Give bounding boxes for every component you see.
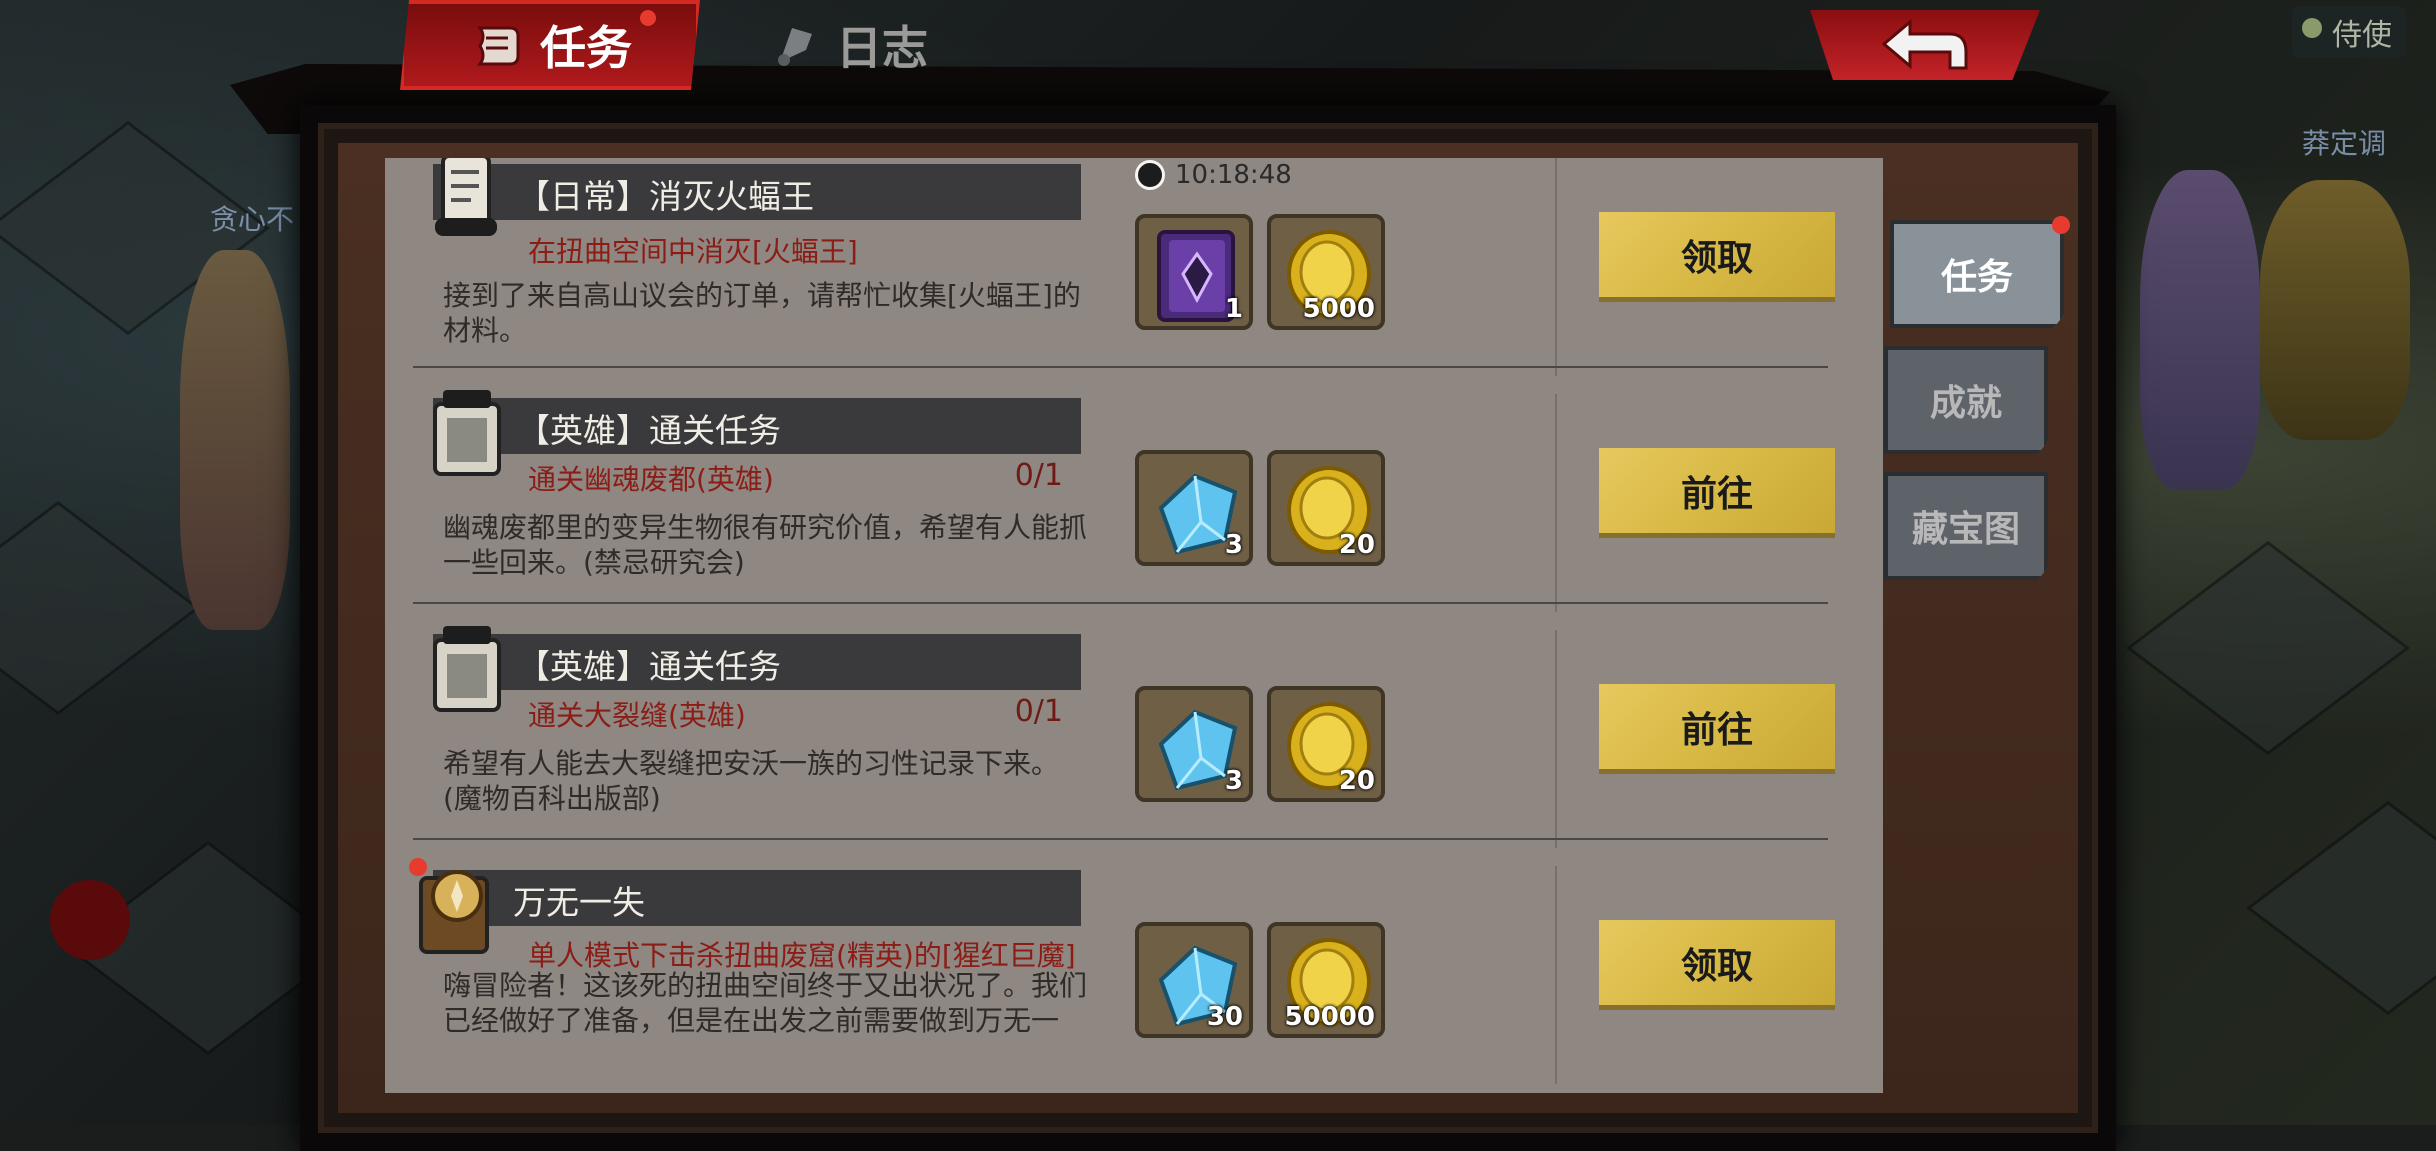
quest-objective: 通关幽魂废都(英雄) bbox=[528, 463, 774, 496]
reward-slot[interactable]: 20 bbox=[1267, 686, 1385, 802]
top-right-hint[interactable]: 侍使 bbox=[2292, 6, 2406, 58]
quest-objective: 在扭曲空间中消灭[火蝠王] bbox=[528, 235, 858, 268]
quest-row-4: 万无一失 单人模式下击杀扭曲废窟(精英)的[猩红巨魔] 嗨冒险者！这该死的扭曲空… bbox=[385, 858, 1883, 1093]
quest-description: 幽魂废都里的变异生物很有研究价值，希望有人能抓一些回来。(禁忌研究会) bbox=[443, 511, 1088, 579]
reward-slot[interactable]: 20 bbox=[1267, 450, 1385, 566]
quest-title: 万无一失 bbox=[513, 883, 645, 922]
row-divider bbox=[1555, 630, 1557, 848]
reward-slot[interactable]: 30 bbox=[1135, 922, 1253, 1038]
floor-tile bbox=[2126, 541, 2410, 755]
row-separator bbox=[413, 838, 1828, 840]
quest-description: 嗨冒险者！这该死的扭曲空间终于又出状况了。我们已经做好了准备，但是在出发之前需要… bbox=[443, 969, 1088, 1040]
quest-list[interactable]: 【日常】消灭火蝠王 10:18:48 在扭曲空间中消灭[火蝠王] 接到了来自高山… bbox=[385, 158, 1883, 1093]
red-skull-marker bbox=[50, 880, 130, 960]
reward-slot[interactable]: 1 bbox=[1135, 214, 1253, 330]
clock-icon bbox=[1135, 160, 1165, 190]
reward-slot[interactable]: 3 bbox=[1135, 450, 1253, 566]
back-arrow-icon bbox=[1881, 18, 1968, 70]
reward-count: 3 bbox=[1224, 530, 1243, 560]
reward-count: 20 bbox=[1338, 766, 1375, 796]
go-button[interactable]: 前往 bbox=[1599, 448, 1835, 538]
side-tab-achievements[interactable]: 成就 bbox=[1884, 346, 2048, 454]
quest-progress: 0/1 bbox=[1014, 458, 1063, 493]
background-label-right: 莽定调 bbox=[2301, 127, 2386, 160]
row-divider bbox=[1555, 866, 1557, 1084]
quest-title: 【日常】消灭火蝠王 bbox=[517, 177, 814, 216]
row-separator bbox=[413, 602, 1828, 604]
quest-title: 【英雄】通关任务 bbox=[517, 647, 781, 686]
quest-progress: 0/1 bbox=[1014, 694, 1063, 729]
row-divider bbox=[1555, 394, 1557, 612]
quest-timer-value: 10:18:48 bbox=[1175, 160, 1292, 190]
quest-description: 接到了来自高山议会的订单，请帮忙收集[火蝠王]的材料。 bbox=[443, 279, 1081, 347]
go-button[interactable]: 前往 bbox=[1599, 684, 1835, 774]
hero-character-right-2 bbox=[2260, 180, 2410, 440]
flag-icon bbox=[778, 28, 812, 66]
reward-slot[interactable]: 50000 bbox=[1267, 922, 1385, 1038]
side-tab-quests[interactable]: 任务 bbox=[1890, 220, 2064, 328]
reward-count: 5000 bbox=[1302, 294, 1375, 324]
reward-count: 50000 bbox=[1284, 1002, 1375, 1032]
reward-count: 30 bbox=[1206, 1002, 1243, 1032]
hero-character-right bbox=[2140, 170, 2260, 490]
tab-log-label: 日志 bbox=[836, 21, 928, 75]
row-separator bbox=[413, 366, 1828, 368]
back-button[interactable] bbox=[1810, 10, 2040, 80]
new-quest-dot bbox=[409, 858, 427, 876]
scroll-icon bbox=[477, 26, 520, 66]
reward-count: 20 bbox=[1338, 530, 1375, 560]
hint-icon bbox=[2302, 18, 2322, 38]
top-right-hint-label: 侍使 bbox=[2332, 18, 2392, 53]
background-label-left: 贪心不 bbox=[210, 203, 295, 236]
notice-board-icon bbox=[433, 390, 501, 476]
floor-tile bbox=[2246, 801, 2436, 1015]
reward-count: 3 bbox=[1224, 766, 1243, 796]
reward-slot[interactable]: 5000 bbox=[1267, 214, 1385, 330]
quest-objective: 通关大裂缝(英雄) bbox=[528, 699, 746, 732]
compass-book-icon bbox=[419, 870, 489, 954]
side-tab-notification-dot bbox=[2052, 216, 2070, 234]
side-tab-treasure-map[interactable]: 藏宝图 bbox=[1884, 472, 2048, 580]
tab-log[interactable]: 日志 bbox=[770, 0, 928, 90]
quest-title: 【英雄】通关任务 bbox=[517, 411, 781, 450]
notice-board-icon bbox=[433, 626, 501, 712]
quest-timer: 10:18:48 bbox=[1135, 160, 1292, 190]
reward-slot[interactable]: 3 bbox=[1135, 686, 1253, 802]
quest-row-2: 【英雄】通关任务 通关幽魂废都(英雄) 0/1 幽魂废都里的变异生物很有研究价值… bbox=[385, 386, 1883, 622]
scroll-icon bbox=[435, 158, 497, 236]
quest-description: 希望有人能去大裂缝把安沃一族的习性记录下来。(魔物百科出版部) bbox=[443, 747, 1060, 815]
reward-count: 1 bbox=[1224, 294, 1243, 324]
tab-quests-label: 任务 bbox=[540, 21, 632, 75]
hero-character-left bbox=[180, 250, 290, 630]
claim-button[interactable]: 领取 bbox=[1599, 920, 1835, 1010]
quest-row-1: 【日常】消灭火蝠王 10:18:48 在扭曲空间中消灭[火蝠王] 接到了来自高山… bbox=[385, 158, 1883, 386]
claim-button[interactable]: 领取 bbox=[1599, 212, 1835, 302]
quest-row-3: 【英雄】通关任务 通关大裂缝(英雄) 0/1 希望有人能去大裂缝把安沃一族的习性… bbox=[385, 622, 1883, 858]
tab-notification-dot bbox=[640, 10, 656, 26]
floor-tile bbox=[0, 501, 200, 715]
row-divider bbox=[1555, 158, 1557, 376]
